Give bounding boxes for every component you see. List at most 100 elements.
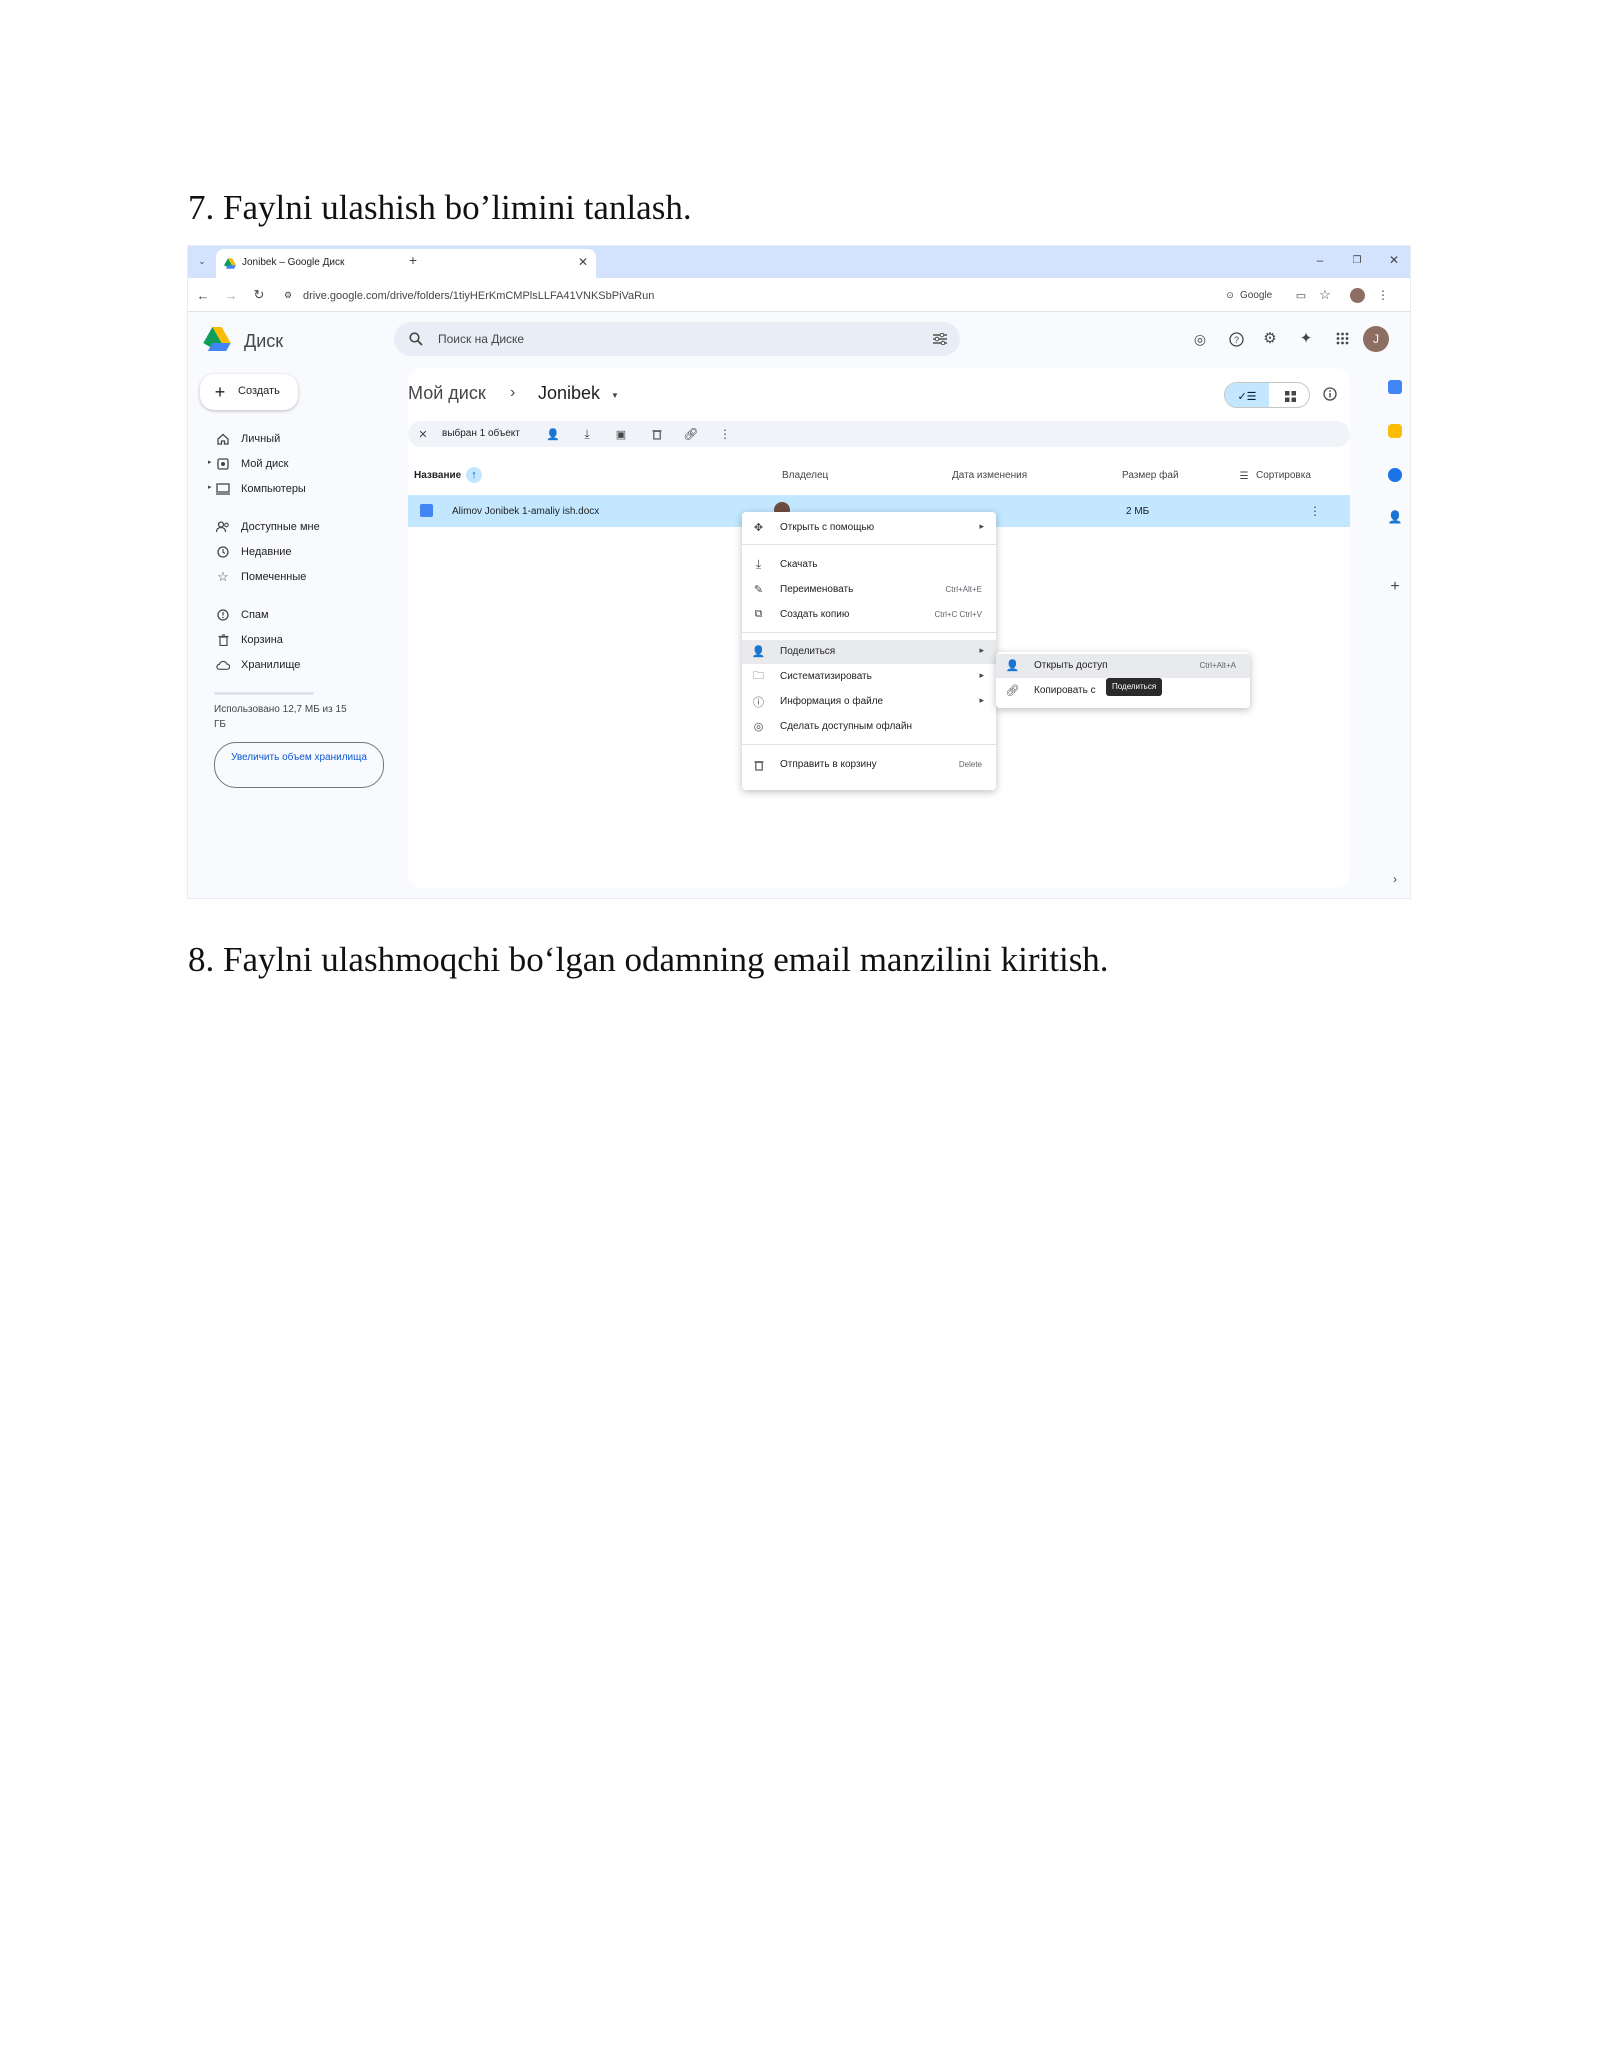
offline-status-icon[interactable]: ◎ [1192, 331, 1208, 347]
sidebar-item-my-drive[interactable]: ▸ Мой диск [208, 455, 366, 475]
contacts-icon[interactable]: 👤 [1388, 510, 1403, 524]
column-header-size[interactable]: Размер фай [1122, 470, 1179, 481]
selection-toolbar: ✕ выбран 1 объект 👤 ⤓ ▣ 🔗︎ ⋮ [408, 421, 1350, 447]
spam-icon [216, 608, 230, 622]
row-more-icon[interactable]: ⋮ [1309, 504, 1321, 518]
drive-brand[interactable]: Диск [244, 331, 283, 352]
info-icon: ⓘ [753, 696, 764, 709]
url-field[interactable]: drive.google.com/drive/folders/1tiyHErKm… [303, 290, 654, 302]
breadcrumb-current-folder[interactable]: Jonibek [538, 383, 600, 404]
step-8-heading: 8. Faylni ulashmoqchi bo‘lgan odamning e… [188, 940, 1109, 979]
site-settings-icon[interactable]: ⚙ [282, 289, 294, 301]
breadcrumb-root[interactable]: Мой диск [408, 383, 486, 404]
download-icon[interactable]: ⤓ [580, 427, 594, 441]
more-actions-icon[interactable]: ⋮ [719, 427, 731, 441]
list-view-icon[interactable]: ✓☰ [1231, 388, 1263, 404]
google-lens-icon[interactable]: ⊙ [1224, 289, 1236, 301]
browser-menu-icon[interactable]: ⋮ [1377, 288, 1389, 302]
clear-selection-icon[interactable]: ✕ [416, 427, 430, 441]
settings-gear-icon[interactable]: ⚙ [1262, 330, 1278, 347]
search-input[interactable]: Поиск на Диске [438, 332, 524, 346]
create-button[interactable]: + Создать [200, 374, 298, 410]
restore-icon[interactable]: ❐ [1351, 252, 1363, 268]
sidebar-item-starred[interactable]: ☆ Помеченные [216, 568, 366, 588]
google-chip[interactable]: Google [1240, 290, 1272, 301]
download-icon: ⤓ [755, 557, 762, 571]
breadcrumb-separator: › [510, 384, 516, 401]
reload-icon[interactable]: ↻ [252, 287, 266, 302]
menu-item-rename[interactable]: ✎ Переименовать Ctrl+Alt+E [742, 578, 996, 602]
grid-view-icon[interactable] [1277, 388, 1303, 404]
calendar-icon[interactable] [1388, 380, 1402, 394]
cast-icon[interactable]: ▭ [1294, 288, 1308, 302]
add-addon-icon[interactable]: + [1388, 578, 1402, 595]
gemini-sparkle-icon[interactable]: ✦ [1298, 330, 1314, 347]
rename-shortcut: Ctrl+Alt+E [945, 585, 982, 594]
menu-item-make-copy[interactable]: ⧉ Создать копию Ctrl+C Ctrl+V [742, 603, 996, 627]
move-to-folder-icon[interactable]: ▣ [614, 427, 628, 441]
trash-icon[interactable] [650, 427, 664, 441]
file-name[interactable]: Alimov Jonibek 1-amaliy ish.docx [452, 506, 599, 517]
bookmark-star-icon[interactable]: ☆ [1318, 287, 1332, 302]
create-button-label: Создать [238, 385, 280, 397]
clock-icon [216, 545, 230, 559]
column-header-name[interactable]: Название [414, 470, 461, 481]
tab-close-icon[interactable]: ✕ [578, 255, 588, 269]
menu-item-offline[interactable]: ◎ Сделать доступным офлайн [742, 715, 996, 739]
column-header-modified[interactable]: Дата изменения [952, 470, 1027, 481]
search-icon[interactable] [408, 331, 424, 347]
new-tab-icon[interactable]: + [406, 252, 420, 268]
help-icon[interactable]: ? [1228, 331, 1244, 347]
pencil-icon: ✎ [753, 584, 764, 596]
svg-text:?: ? [1233, 335, 1238, 345]
menu-item-open-with[interactable]: ✥ Открыть с помощью ▸ [742, 516, 996, 540]
column-header-owner[interactable]: Владелец [782, 470, 828, 481]
menu-item-download[interactable]: ⤓ Скачать [742, 553, 996, 577]
sidebar-item-recent[interactable]: Недавние [216, 543, 366, 563]
star-icon: ☆ [217, 569, 229, 584]
forward-icon[interactable]: → [224, 288, 238, 303]
drive-screenshot: ⌄ Jonibek – Google Диск ✕ + – ❐ ✕ ← → ↻ … [188, 246, 1410, 898]
step-7-heading: 7. Faylni ulashish bo’limini tanlash. [188, 188, 692, 227]
sidebar-item-personal[interactable]: Личный [216, 430, 366, 450]
trash-icon [216, 633, 230, 647]
drive-logo-icon[interactable] [202, 326, 232, 352]
sort-ascending-icon[interactable]: ↑ [466, 467, 482, 483]
menu-item-move-to-trash[interactable]: Отправить в корзину Delete [742, 753, 996, 777]
share-person-icon[interactable]: 👤 [546, 427, 560, 441]
account-avatar[interactable]: J [1363, 326, 1389, 352]
tasks-icon[interactable] [1388, 468, 1402, 482]
menu-divider [742, 744, 996, 745]
sidebar-item-computers[interactable]: ▸ Компьютеры [208, 480, 366, 500]
minimize-icon[interactable]: – [1314, 252, 1326, 268]
folder-dropdown-icon[interactable]: ▼ [610, 390, 620, 400]
menu-item-open-access[interactable]: 👤 Открыть доступ Ctrl+Alt+A [996, 654, 1250, 678]
word-document-icon [420, 504, 433, 517]
apps-grid-icon[interactable] [1335, 331, 1349, 345]
view-toggle[interactable]: ✓☰ [1224, 382, 1310, 408]
details-info-icon[interactable] [1322, 386, 1338, 402]
context-menu: ✥ Открыть с помощью ▸ ⤓ Скачать ✎ Переим… [742, 512, 996, 790]
browser-profile-avatar[interactable] [1350, 288, 1365, 303]
menu-item-organize[interactable]: 🗀 Систематизировать ▸ [742, 665, 996, 689]
sidebar-item-trash[interactable]: Корзина [216, 631, 366, 651]
tab-list-chevron-icon[interactable]: ⌄ [196, 255, 208, 267]
trash-shortcut: Delete [958, 760, 982, 769]
menu-item-share[interactable]: 👤 Поделиться ▸ [742, 640, 996, 664]
back-icon[interactable]: ← [196, 288, 210, 303]
keep-icon[interactable] [1388, 424, 1402, 438]
sidebar-item-spam[interactable]: Спам [216, 606, 366, 626]
upgrade-storage-button[interactable]: Увеличить объем хранилища [214, 742, 384, 788]
sidebar-item-storage[interactable]: Хранилище [216, 656, 366, 676]
expand-arrow-icon[interactable]: ▸ [208, 458, 212, 466]
collapse-panel-icon[interactable]: › [1388, 872, 1402, 886]
sidebar-item-shared[interactable]: Доступные мне [216, 518, 366, 538]
menu-item-file-info[interactable]: ⓘ Информация о файле ▸ [742, 690, 996, 714]
sort-button[interactable]: Сортировка [1256, 470, 1311, 481]
window-close-icon[interactable]: ✕ [1388, 252, 1400, 268]
link-icon[interactable]: 🔗︎ [683, 427, 698, 441]
expand-arrow-icon[interactable]: ▸ [208, 483, 212, 491]
search-filter-icon[interactable] [932, 331, 948, 347]
search-bar[interactable]: Поиск на Диске [394, 322, 960, 356]
sort-lines-icon[interactable]: ☰ [1238, 470, 1250, 482]
